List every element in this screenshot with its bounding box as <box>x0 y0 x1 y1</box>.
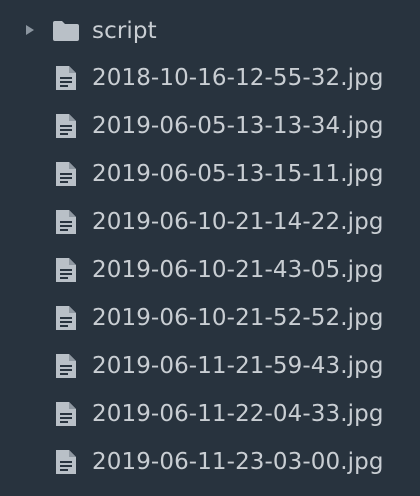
file-label: 2019-06-10-21-14-22.jpg <box>92 209 384 235</box>
file-row[interactable]: 2019-06-10-21-52-52.jpg <box>0 294 420 342</box>
folder-icon <box>53 21 79 41</box>
file-label: 2019-06-10-21-52-52.jpg <box>92 305 384 331</box>
file-row[interactable]: 2019-06-11-21-59-43.jpg <box>0 342 420 390</box>
file-row[interactable]: 2019-06-10-21-14-22.jpg <box>0 198 420 246</box>
folder-row-script[interactable]: script <box>0 7 420 55</box>
chevron-right-icon[interactable] <box>26 25 34 35</box>
file-tree: script 2018-10-16-12-55-32.jpg 2019-06-05… <box>0 0 420 496</box>
file-label: 2019-06-11-22-04-33.jpg <box>92 401 384 427</box>
file-icon <box>56 258 76 282</box>
file-row[interactable]: 2019-06-11-23-03-00.jpg <box>0 438 420 486</box>
file-icon <box>56 66 76 90</box>
file-label: 2018-10-16-12-55-32.jpg <box>92 65 384 91</box>
file-label: 2019-06-11-21-59-43.jpg <box>92 353 384 379</box>
file-label: 2019-06-10-21-43-05.jpg <box>92 257 384 283</box>
file-icon <box>56 450 76 474</box>
file-label: 2019-06-05-13-15-11.jpg <box>92 161 384 187</box>
file-row[interactable]: 2019-06-10-21-43-05.jpg <box>0 246 420 294</box>
file-icon <box>56 210 76 234</box>
file-icon <box>56 402 76 426</box>
file-row[interactable]: 2019-06-05-13-13-34.jpg <box>0 102 420 150</box>
file-label: 2019-06-05-13-13-34.jpg <box>92 113 384 139</box>
file-row[interactable]: 2019-06-11-22-04-33.jpg <box>0 390 420 438</box>
file-row[interactable]: 2018-10-16-12-55-32.jpg <box>0 54 420 102</box>
file-icon <box>56 162 76 186</box>
file-icon <box>56 306 76 330</box>
file-label: 2019-06-11-23-03-00.jpg <box>92 449 384 475</box>
folder-label: script <box>92 18 157 44</box>
file-icon <box>56 114 76 138</box>
file-row[interactable]: 2019-06-05-13-15-11.jpg <box>0 150 420 198</box>
file-icon <box>56 354 76 378</box>
